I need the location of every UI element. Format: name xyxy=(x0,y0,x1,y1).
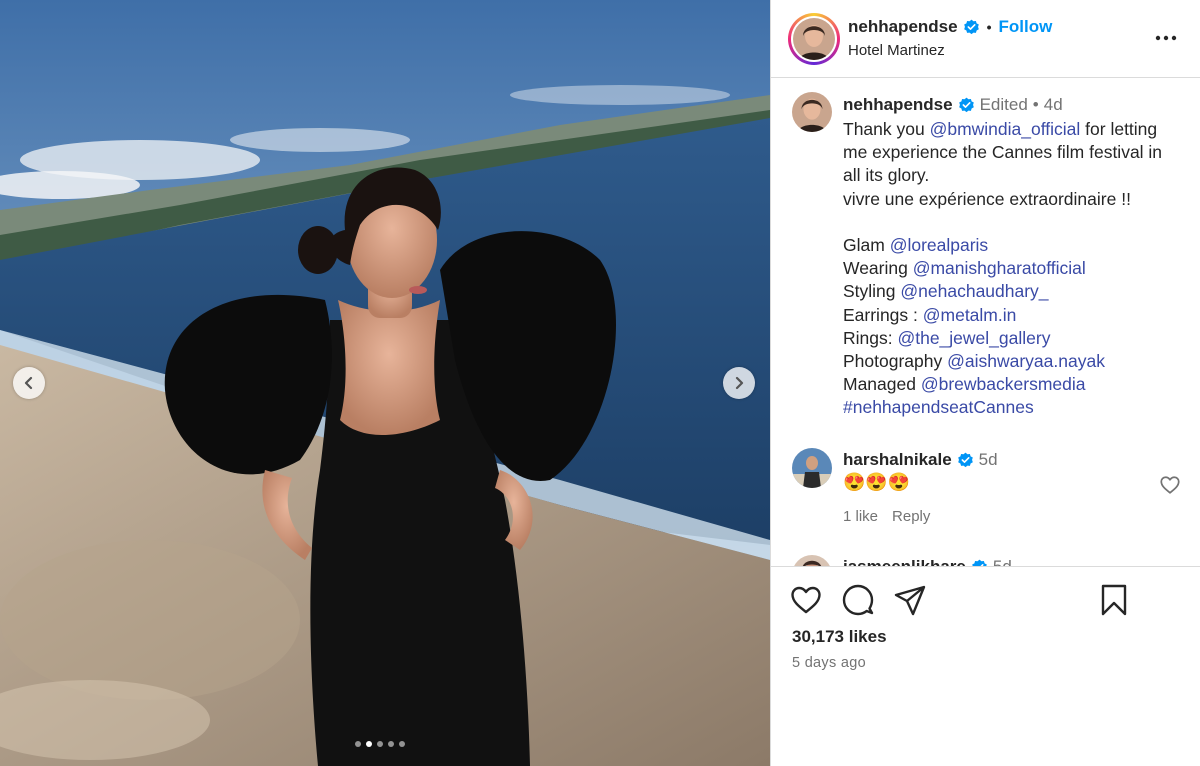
carousel-dot xyxy=(388,741,394,747)
edited-label: Edited xyxy=(979,95,1028,114)
hashtag-link[interactable]: #nehhapendseatCannes xyxy=(843,397,1034,417)
caption-text-segment: Managed xyxy=(843,374,921,395)
post-side-panel: nehhapendse • Follow Hotel Martinez nehh… xyxy=(770,0,1200,766)
comment-header: harshalnikale 5d xyxy=(843,450,998,470)
caption-text-segment: for letting xyxy=(1080,119,1158,139)
caption-line: Thank you @bmwindia_official for letting xyxy=(843,118,1183,141)
caption-header: nehhapendse Edited • 4d xyxy=(843,95,1063,115)
caption-line: #nehhapendseatCannes xyxy=(843,396,1183,419)
comment-avatar[interactable] xyxy=(792,555,832,566)
carousel-dot xyxy=(366,741,372,747)
mention-link[interactable]: @manishgharatofficial xyxy=(913,258,1086,278)
caption-line: Rings: @the_jewel_gallery xyxy=(843,327,1183,350)
caption-text-segment: Rings: xyxy=(843,327,898,348)
caption-text-segment: Photography xyxy=(843,351,948,372)
caption-text-segment: Thank you xyxy=(843,119,930,139)
mention-link[interactable]: @nehachaudhary_ xyxy=(900,281,1048,301)
carousel-dot xyxy=(399,741,405,747)
mention-link[interactable]: @lorealparis xyxy=(890,235,989,255)
comment-avatar[interactable] xyxy=(792,448,832,488)
chevron-left-icon xyxy=(24,376,33,390)
comment-header: jasmeenlikhare 5d xyxy=(843,557,1012,566)
carousel-dot xyxy=(355,741,361,747)
verified-badge-icon xyxy=(957,452,973,467)
caption-line xyxy=(843,211,1183,234)
caption-line: vivre une expérience extraordinaire !! xyxy=(843,188,1183,211)
caption-text-segment: Glam xyxy=(843,235,890,255)
mention-link[interactable]: @the_jewel_gallery xyxy=(897,328,1050,348)
comment-text: 😍😍😍 xyxy=(843,472,911,492)
post-timestamp[interactable]: 5 days ago xyxy=(792,655,866,671)
caption-avatar[interactable] xyxy=(792,92,832,132)
caption-line: Earrings : @metalm.in xyxy=(843,304,1183,327)
carousel-prev-button[interactable] xyxy=(13,367,45,399)
comment-username[interactable]: harshalnikale xyxy=(843,450,952,470)
post-actions-bar: 30,173 likes 5 days ago xyxy=(771,566,1200,766)
comment-actions: 1 like Reply xyxy=(843,508,930,525)
caption-line: all its glory. xyxy=(843,164,1183,187)
caption-line: Managed @brewbackersmedia xyxy=(843,373,1183,396)
caption-text-segment: vivre une expérience extraordinaire !! xyxy=(843,188,1131,209)
caption-text-segment: Wearing xyxy=(843,258,913,279)
caption-age: 4d xyxy=(1043,95,1063,114)
caption-text-segment: me experience the Cannes film festival i… xyxy=(843,142,1163,163)
caption-text-segment: Styling xyxy=(843,281,901,302)
share-icon[interactable] xyxy=(893,583,927,617)
carousel-next-button[interactable] xyxy=(723,367,755,399)
separator-dot: • xyxy=(1032,95,1039,114)
caption-line: Photography @aishwaryaa.nayak xyxy=(843,350,1183,373)
chevron-right-icon xyxy=(735,376,744,390)
caption-text: Thank you @bmwindia_official for letting… xyxy=(843,118,1183,420)
heart-icon[interactable] xyxy=(789,583,823,617)
more-options-icon[interactable] xyxy=(1151,26,1181,50)
comment-age: 5d xyxy=(978,450,998,469)
avatar[interactable] xyxy=(793,18,835,60)
mention-link[interactable]: @metalm.in xyxy=(923,305,1017,325)
caption-text-segment: Earrings : xyxy=(843,304,923,325)
comment-icon[interactable] xyxy=(841,583,875,617)
verified-badge-icon xyxy=(963,19,979,34)
carousel-indicator xyxy=(355,741,405,747)
author-username[interactable]: nehhapendse xyxy=(848,17,958,37)
caption-text-segment: all its glory. xyxy=(843,165,930,186)
caption-line: Wearing @manishgharatofficial xyxy=(843,257,1183,280)
post-media xyxy=(0,0,770,766)
follow-button[interactable]: Follow xyxy=(999,17,1053,37)
carousel-dot xyxy=(377,741,383,747)
mention-link[interactable]: @brewbackersmedia xyxy=(921,374,1086,394)
separator-dot: • xyxy=(986,19,992,35)
comment-username[interactable]: jasmeenlikhare xyxy=(843,557,966,566)
heart-icon[interactable] xyxy=(1159,474,1181,496)
caption-line: me experience the Cannes film festival i… xyxy=(843,141,1183,164)
comments-section[interactable]: nehhapendse Edited • 4d Thank you @bmwin… xyxy=(771,79,1200,566)
caption-username[interactable]: nehhapendse xyxy=(843,95,953,115)
reply-button[interactable]: Reply xyxy=(892,508,930,525)
mention-link[interactable]: @aishwaryaa.nayak xyxy=(947,351,1105,371)
author-avatar-story-ring[interactable] xyxy=(788,13,840,65)
post-header: nehhapendse • Follow Hotel Martinez xyxy=(771,0,1200,78)
likes-count[interactable]: 30,173 likes xyxy=(792,627,887,647)
caption-line: Styling @nehachaudhary_ xyxy=(843,280,1183,303)
verified-badge-icon xyxy=(972,559,987,566)
comment-likes-count[interactable]: 1 like xyxy=(843,508,878,525)
caption-line: Glam @lorealparis xyxy=(843,234,1183,257)
bookmark-icon[interactable] xyxy=(1097,583,1131,617)
post-location[interactable]: Hotel Martinez xyxy=(848,42,945,59)
post-photo xyxy=(0,0,770,766)
verified-badge-icon xyxy=(958,97,974,112)
mention-link[interactable]: @bmwindia_official xyxy=(930,119,1081,139)
comment-age: 5d xyxy=(993,557,1012,566)
